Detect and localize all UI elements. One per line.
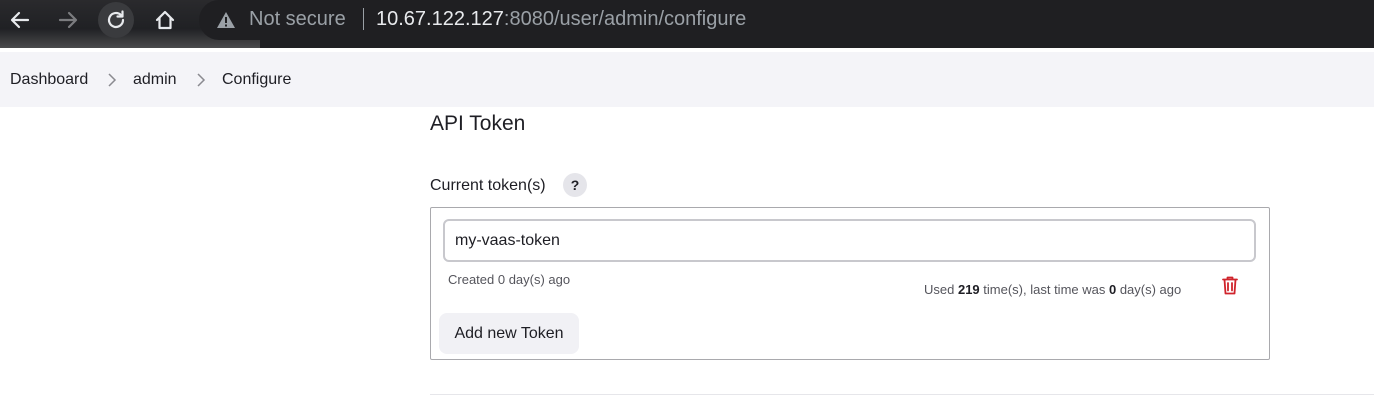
reload-button[interactable] xyxy=(98,2,134,38)
security-label[interactable]: Not secure xyxy=(249,8,346,31)
breadcrumb: Dashboard admin Configure xyxy=(0,52,1374,107)
forward-arrow-icon xyxy=(58,11,78,29)
token-usage-text: Used 219 time(s), last time was 0 day(s)… xyxy=(924,282,1181,297)
trash-icon xyxy=(1222,276,1238,295)
url-text[interactable]: 10.67.122.127:8080/user/admin/configure xyxy=(376,8,746,31)
breadcrumb-dashboard[interactable]: Dashboard xyxy=(10,71,88,89)
section-divider xyxy=(430,394,1374,395)
breadcrumb-configure[interactable]: Configure xyxy=(222,71,291,89)
breadcrumb-admin[interactable]: admin xyxy=(133,71,177,89)
current-tokens-label: Current token(s) xyxy=(430,177,546,194)
back-arrow-icon xyxy=(10,11,30,29)
add-new-token-button[interactable]: Add new Token xyxy=(439,313,579,354)
token-name-input[interactable] xyxy=(443,219,1256,262)
url-host: 10.67.122.127 xyxy=(376,8,504,30)
delete-token-button[interactable] xyxy=(1219,274,1241,296)
home-icon xyxy=(155,10,175,30)
section-title: API Token xyxy=(430,112,526,135)
usage-count: 219 xyxy=(957,282,980,297)
chevron-right-icon xyxy=(108,73,117,87)
back-button[interactable] xyxy=(2,2,38,38)
address-divider xyxy=(363,8,364,30)
usage-suffix: day(s) ago xyxy=(1116,282,1182,297)
help-button[interactable]: ? xyxy=(563,173,587,197)
warning-icon[interactable] xyxy=(215,9,237,31)
address-bar[interactable]: Not secure 10.67.122.127:8080/user/admin… xyxy=(199,0,1374,40)
url-path: :8080/user/admin/configure xyxy=(503,8,747,30)
home-button[interactable] xyxy=(147,2,183,38)
usage-mid: time(s), last time was xyxy=(979,282,1109,297)
usage-prefix: Used xyxy=(924,282,958,297)
reload-icon xyxy=(107,10,125,29)
browser-toolbar: Not secure 10.67.122.127:8080/user/admin… xyxy=(0,0,1374,48)
forward-button[interactable] xyxy=(50,2,86,38)
chevron-right-icon xyxy=(197,73,206,87)
token-created-text: Created 0 day(s) ago xyxy=(448,272,571,287)
